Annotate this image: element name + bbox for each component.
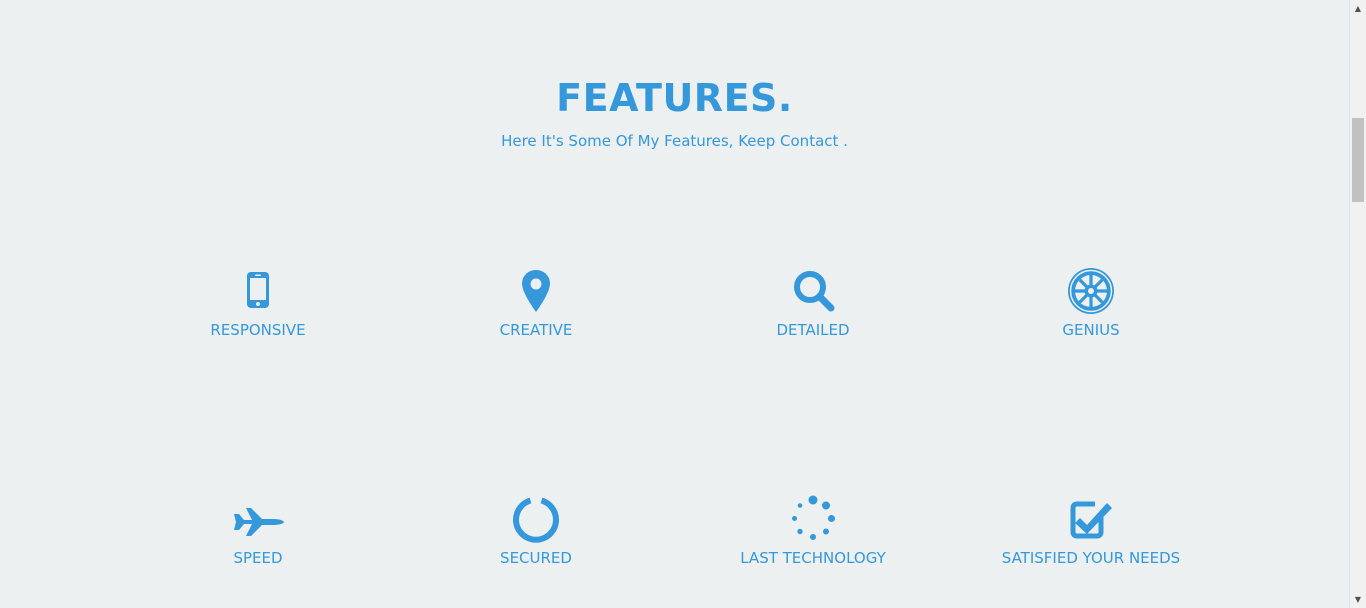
mobile-phone-icon <box>247 272 269 308</box>
features-section: FEATURES. Here It's Some Of My Features,… <box>0 0 1349 608</box>
feature-label: GENIUS <box>1062 321 1120 339</box>
circle-notch-icon <box>513 497 559 543</box>
check-square-icon <box>1070 501 1112 539</box>
galactic-empire-icon <box>1068 268 1114 314</box>
fighter-jet-icon <box>234 508 284 536</box>
feature-last-technology: LAST TECHNOLOGY <box>693 494 933 568</box>
feature-label: SATISFIED YOUR NEEDS <box>1001 549 1181 567</box>
feature-label: RESPONSIVE <box>210 321 306 339</box>
section-subtitle: Here It's Some Of My Features, Keep Cont… <box>501 132 848 150</box>
feature-responsive: RESPONSIVE <box>138 266 378 340</box>
feature-creative: CREATIVE <box>416 266 656 340</box>
vertical-scrollbar[interactable]: ▲ ▼ <box>1349 0 1366 608</box>
page: FEATURES. Here It's Some Of My Features,… <box>0 0 1366 608</box>
feature-label: SECURED <box>500 549 572 567</box>
feature-satisfied-your-needs: SATISFIED YOUR NEEDS <box>971 494 1211 568</box>
feature-secured: SECURED <box>416 494 656 568</box>
feature-label: SPEED <box>233 549 283 567</box>
feature-label: CREATIVE <box>499 321 573 339</box>
section-title: FEATURES. <box>556 76 793 120</box>
scroll-up-arrow-icon[interactable]: ▲ <box>1350 0 1366 17</box>
scrollbar-thumb[interactable] <box>1352 118 1364 202</box>
feature-label: LAST TECHNOLOGY <box>740 549 886 567</box>
scroll-down-arrow-icon[interactable]: ▼ <box>1350 591 1366 608</box>
search-icon <box>794 271 835 312</box>
map-marker-icon <box>522 270 550 312</box>
feature-detailed: DETAILED <box>693 266 933 340</box>
feature-speed: SPEED <box>138 494 378 568</box>
spinner-icon <box>792 495 835 540</box>
feature-genius: GENIUS <box>971 266 1211 340</box>
feature-label: DETAILED <box>776 321 850 339</box>
